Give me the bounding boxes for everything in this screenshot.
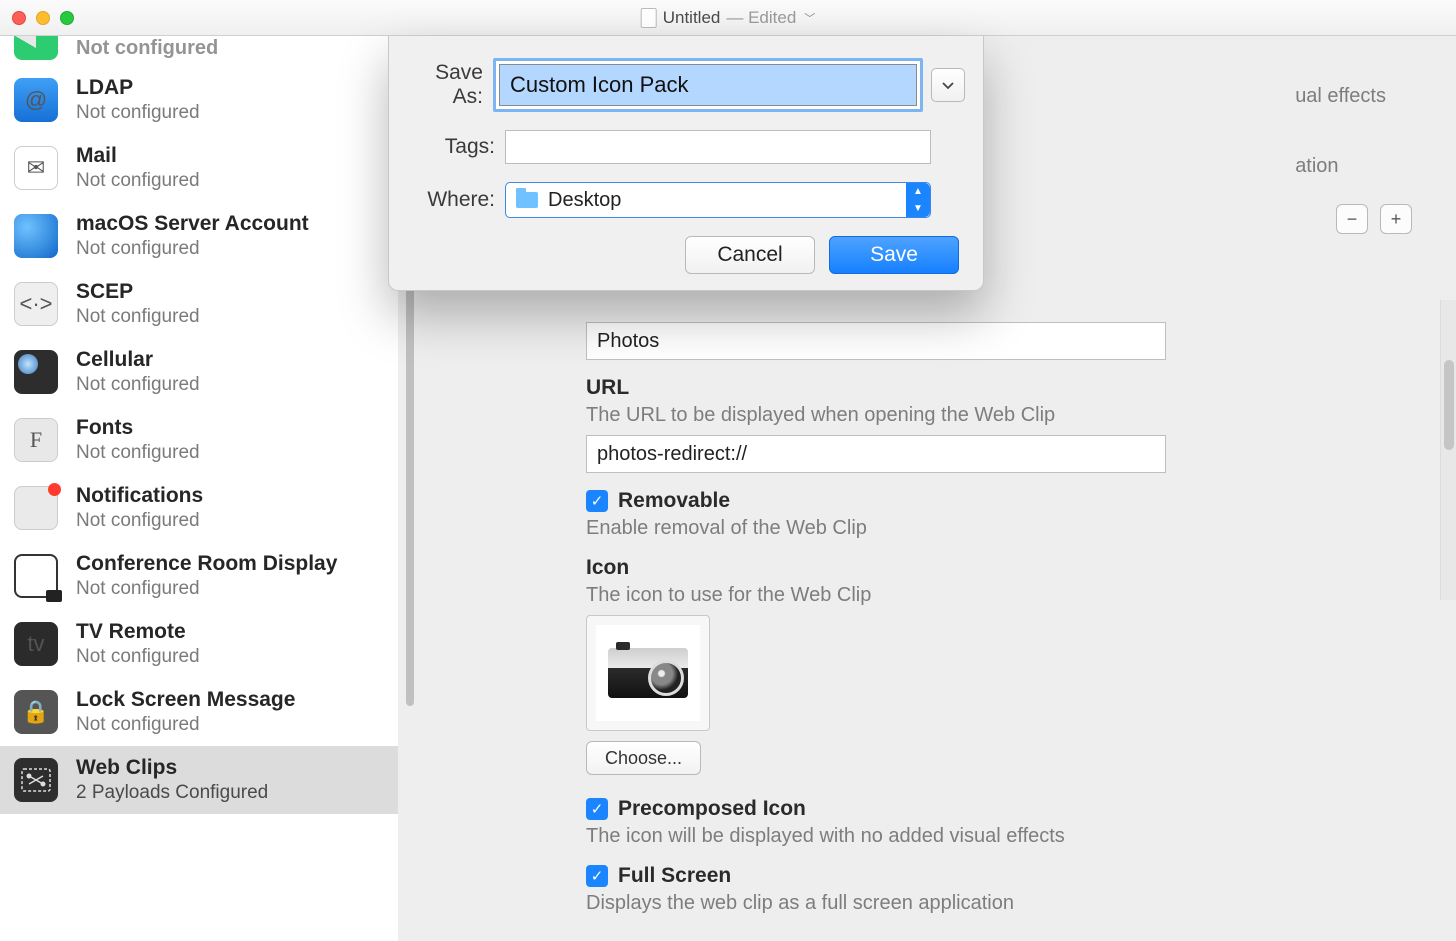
sidebar-item-fonts[interactable]: F Fonts Not configured [0, 406, 398, 474]
icon-label: Icon [586, 556, 1394, 580]
folder-icon [516, 192, 538, 208]
generic-icon [14, 36, 58, 60]
lock-icon: 🔒 [14, 690, 58, 734]
title-dropdown-chevron-icon[interactable]: ﹀ [804, 10, 815, 26]
sidebar-item-sub: Not configured [76, 170, 200, 192]
sidebar-item-label: Fonts [76, 416, 200, 440]
save-button[interactable]: Save [829, 236, 959, 274]
sidebar-item-label: Web Clips [76, 756, 268, 780]
sidebar-item-sub: Not configured [76, 442, 200, 464]
sidebar-item-macos-server[interactable]: macOS Server Account Not configured [0, 202, 398, 270]
sidebar-item-notifications[interactable]: Notifications Not configured [0, 474, 398, 542]
sidebar-item-label: TV Remote [76, 620, 200, 644]
sidebar-item-sub: Not configured [76, 578, 337, 600]
traffic-lights [12, 11, 74, 25]
sidebar-item-label: Conference Room Display [76, 552, 337, 576]
sidebar-item-scep[interactable]: <·> SCEP Not configured [0, 270, 398, 338]
sidebar-item-sub: Not configured [76, 646, 200, 668]
at-sign-icon: @ [14, 78, 58, 122]
precomposed-checkbox[interactable]: ✓ [586, 798, 608, 820]
saveas-input[interactable] [499, 64, 917, 106]
where-value: Desktop [548, 189, 621, 212]
choose-icon-button[interactable]: Choose... [586, 741, 701, 775]
webclip-form: URL The URL to be displayed when opening… [586, 322, 1394, 931]
sidebar-item-label: Mail [76, 144, 200, 168]
sidebar-item-label: Not configured [76, 37, 218, 60]
sidebar-item-web-clips[interactable]: Web Clips 2 Payloads Configured [0, 746, 398, 814]
fullscreen-checkbox[interactable]: ✓ [586, 865, 608, 887]
remove-payload-button[interactable]: − [1336, 204, 1368, 234]
webclips-icon [14, 758, 58, 802]
where-popup[interactable]: Desktop ▲▼ [505, 182, 931, 218]
globe-icon [14, 214, 58, 258]
scep-icon: <·> [14, 282, 58, 326]
url-description: The URL to be displayed when opening the… [586, 404, 1394, 427]
sidebar-item-conference-room[interactable]: Conference Room Display Not configured [0, 542, 398, 610]
window-scrollbar[interactable] [1440, 300, 1456, 600]
sidebar-item-lock-screen[interactable]: 🔒 Lock Screen Message Not configured [0, 678, 398, 746]
sidebar-item-mail[interactable]: ✉︎ Mail Not configured [0, 134, 398, 202]
add-payload-button[interactable]: + [1380, 204, 1412, 234]
icon-well[interactable] [586, 615, 710, 731]
tags-label: Tags: [407, 135, 495, 159]
edited-indicator: — Edited [726, 8, 796, 28]
window-titlebar: Untitled — Edited ﹀ [0, 0, 1456, 36]
fullscreen-description: Displays the web clip as a full screen a… [586, 892, 1394, 915]
sidebar-item-label: SCEP [76, 280, 200, 304]
document-icon [641, 8, 657, 28]
sidebar-item-sub: Not configured [76, 714, 295, 736]
cellular-icon [14, 350, 58, 394]
where-stepper-icon: ▲▼ [906, 183, 930, 217]
close-window-button[interactable] [12, 11, 26, 25]
url-input[interactable] [586, 435, 1166, 473]
payload-sidebar: Not configured @ LDAP Not configured ✉︎ … [0, 36, 398, 941]
window-title[interactable]: Untitled — Edited ﹀ [641, 8, 816, 28]
display-icon [14, 554, 58, 598]
sidebar-item-truncated[interactable]: Not configured [0, 36, 398, 66]
sidebar-item-sub: Not configured [76, 238, 309, 260]
precomposed-description: The icon will be displayed with no added… [586, 825, 1394, 848]
fullscreen-label: Full Screen [618, 864, 731, 888]
sidebar-item-label: macOS Server Account [76, 212, 309, 236]
appletv-icon: tv [14, 622, 58, 666]
sidebar-item-ldap[interactable]: @ LDAP Not configured [0, 66, 398, 134]
title-text: Untitled [663, 8, 721, 28]
sidebar-item-cellular[interactable]: Cellular Not configured [0, 338, 398, 406]
sidebar-item-label: LDAP [76, 76, 200, 100]
saveas-label: Save As: [407, 61, 483, 109]
cancel-button[interactable]: Cancel [685, 236, 815, 274]
removable-checkbox[interactable]: ✓ [586, 490, 608, 512]
obscured-text: ual effects ation [1295, 76, 1386, 186]
camera-icon [608, 648, 688, 698]
content-scrollbar[interactable] [406, 236, 414, 706]
sidebar-item-sub: 2 Payloads Configured [76, 782, 268, 804]
sidebar-item-label: Notifications [76, 484, 203, 508]
name-input[interactable] [586, 322, 1166, 360]
sidebar-item-label: Lock Screen Message [76, 688, 295, 712]
tags-input[interactable] [505, 130, 931, 164]
sidebar-item-label: Cellular [76, 348, 200, 372]
maximize-window-button[interactable] [60, 11, 74, 25]
sidebar-item-sub: Not configured [76, 102, 200, 124]
minimize-window-button[interactable] [36, 11, 50, 25]
sidebar-item-sub: Not configured [76, 374, 200, 396]
fonts-icon: F [14, 418, 58, 462]
icon-description: The icon to use for the Web Clip [586, 584, 1394, 607]
notifications-icon [14, 486, 58, 530]
removable-description: Enable removal of the Web Clip [586, 517, 1394, 540]
url-label: URL [586, 376, 1394, 400]
sidebar-item-tv-remote[interactable]: tv TV Remote Not configured [0, 610, 398, 678]
sidebar-item-sub: Not configured [76, 510, 203, 532]
removable-label: Removable [618, 489, 730, 513]
precomposed-label: Precomposed Icon [618, 797, 806, 821]
stamp-icon: ✉︎ [14, 146, 58, 190]
where-label: Where: [407, 188, 495, 212]
save-sheet: Save As: Tags: Where: Desktop ▲▼ Cancel … [388, 36, 984, 291]
sidebar-item-sub: Not configured [76, 306, 200, 328]
expand-save-dialog-button[interactable] [931, 68, 965, 102]
